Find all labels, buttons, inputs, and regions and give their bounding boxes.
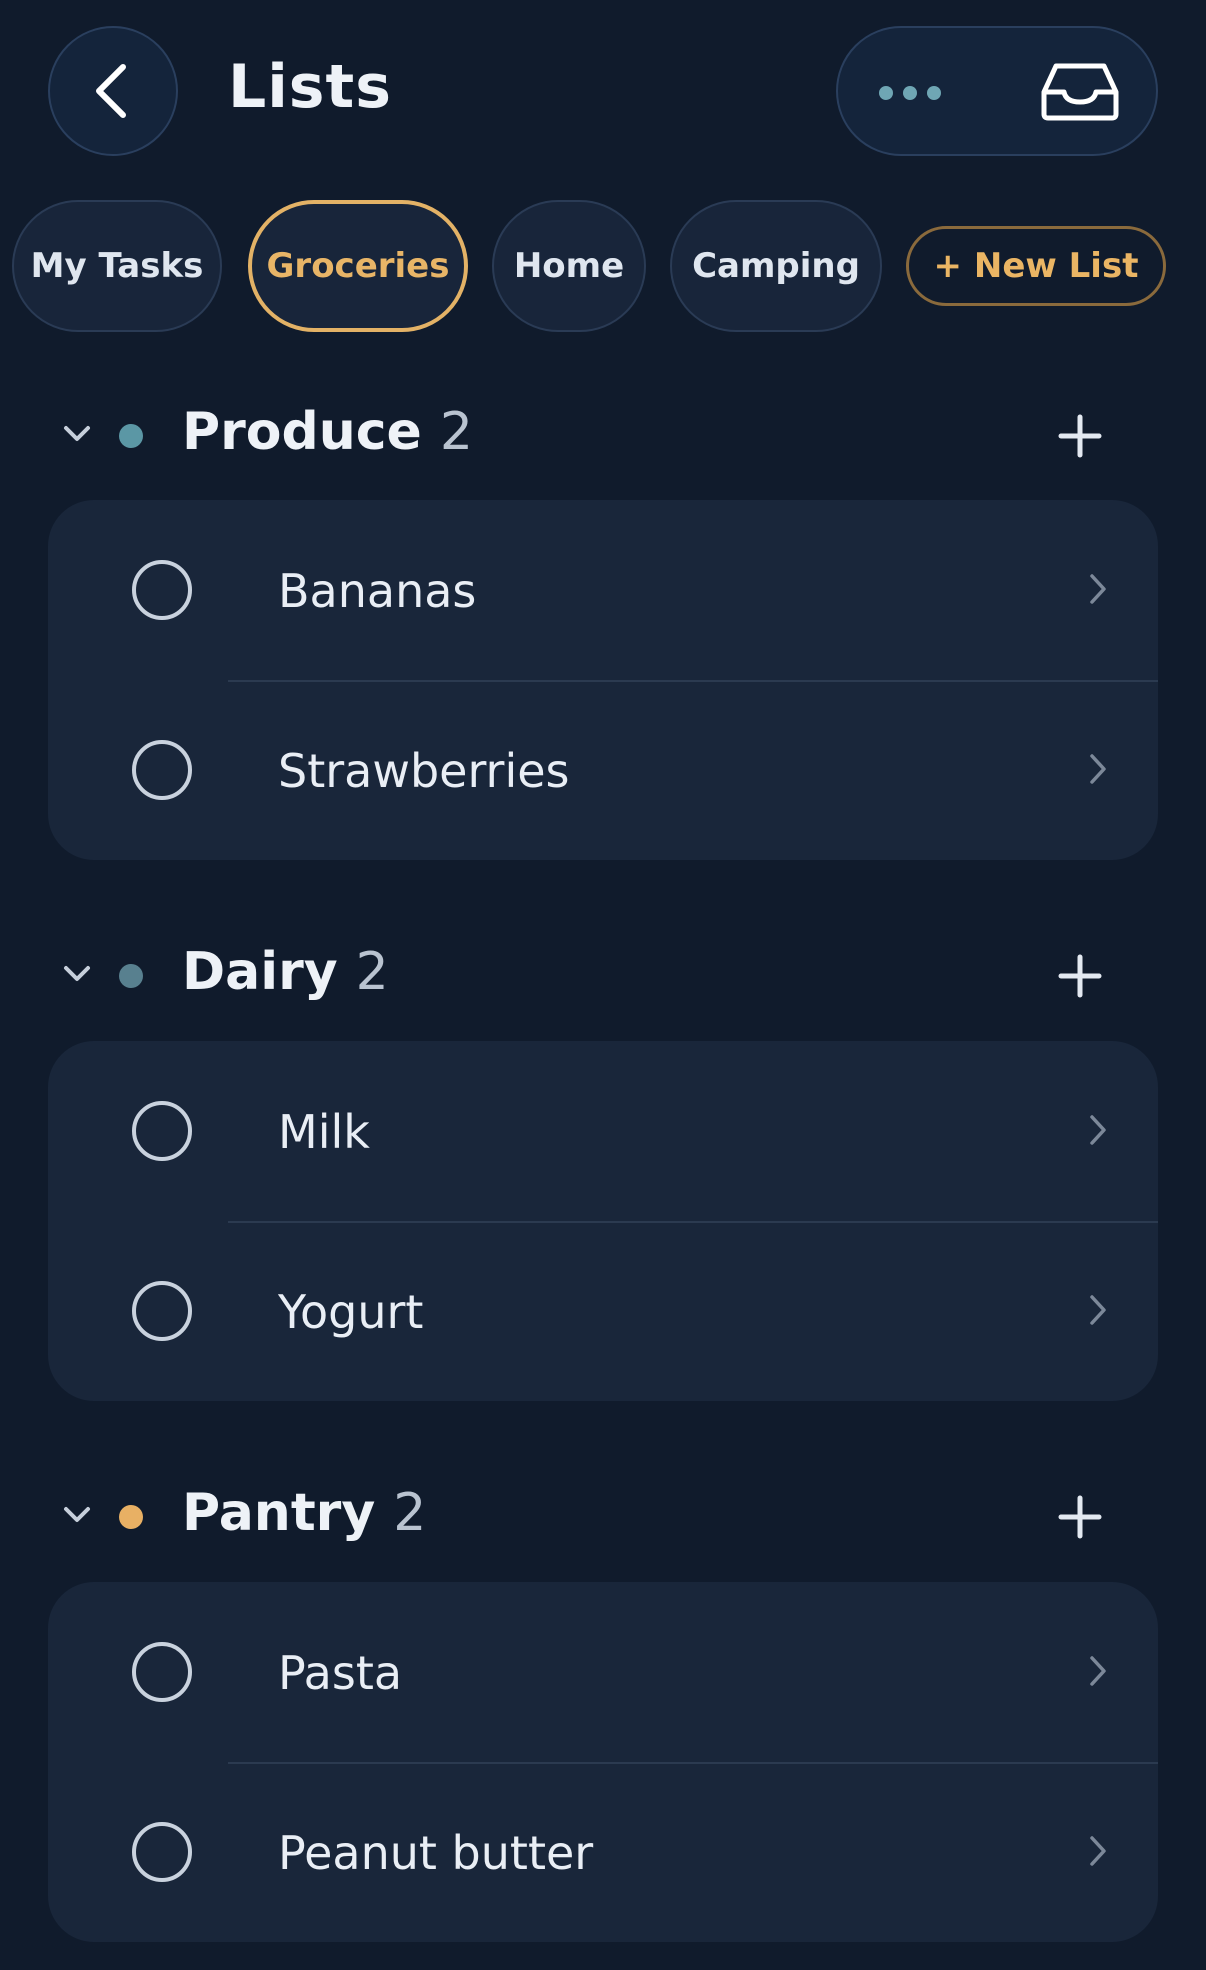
plus-icon [1058,414,1102,458]
item-label: Pasta [278,1646,403,1700]
list-item[interactable]: Strawberries [48,680,1158,860]
tab-camping[interactable]: Camping [670,200,882,332]
inbox-button[interactable] [1040,62,1120,126]
chevron-down-icon [64,966,90,981]
item-label: Milk [278,1105,370,1159]
plus-icon [1058,1495,1102,1539]
section-color-dot [119,964,143,988]
section-color-dot [119,424,143,448]
tab-home[interactable]: Home [492,200,646,332]
item-label: Strawberries [278,744,570,798]
section-title: Produce 2 [182,402,473,462]
more-dots-icon [879,86,941,100]
list-item[interactable]: Peanut butter [48,1762,1158,1942]
chevron-down-icon [64,1507,90,1522]
item-label: Yogurt [278,1285,424,1339]
section-card-produce: Bananas Strawberries [48,500,1158,860]
chevron-left-icon [96,64,126,118]
page-title: Lists [228,52,392,122]
chevron-right-icon [1088,1834,1108,1872]
list-item[interactable]: Milk [48,1041,1158,1223]
chevron-right-icon [1088,1293,1108,1331]
header-actions [836,26,1158,156]
item-checkbox[interactable] [132,1642,192,1702]
section-header-produce: Produce 2 [0,396,1206,476]
section-title: Dairy 2 [182,942,389,1002]
lists-screen: Lists My Tasks Groceries Home Camping + … [0,0,1206,1970]
collapse-button[interactable] [62,418,92,452]
chevron-right-icon [1088,572,1108,610]
tab-groceries[interactable]: Groceries [248,200,468,332]
chevron-down-icon [64,426,90,441]
list-item[interactable]: Bananas [48,500,1158,682]
add-item-button[interactable] [1058,414,1102,462]
section-count: 2 [439,402,473,462]
item-checkbox[interactable] [132,1281,192,1341]
list-tabs: My Tasks Groceries Home Camping + New Li… [0,200,1206,332]
chevron-right-icon [1088,752,1108,790]
add-item-button[interactable] [1058,1495,1102,1543]
back-button[interactable] [48,26,178,156]
section-title: Pantry 2 [182,1483,427,1543]
inbox-icon [1041,63,1119,121]
section-header-dairy: Dairy 2 [0,936,1206,1016]
plus-icon [1058,954,1102,998]
more-button[interactable] [876,78,944,112]
list-item[interactable]: Yogurt [48,1221,1158,1401]
section-count: 2 [393,1483,427,1543]
section-card-dairy: Milk Yogurt [48,1041,1158,1401]
chevron-right-icon [1088,1654,1108,1692]
collapse-button[interactable] [62,958,92,992]
chevron-right-icon [1088,1113,1108,1151]
section-color-dot [119,1505,143,1529]
section-header-pantry: Pantry 2 [0,1477,1206,1557]
item-checkbox[interactable] [132,1822,192,1882]
section-card-pantry: Pasta Peanut butter [48,1582,1158,1942]
item-label: Peanut butter [278,1826,594,1880]
tab-my-tasks[interactable]: My Tasks [12,200,222,332]
item-checkbox[interactable] [132,1101,192,1161]
item-checkbox[interactable] [132,560,192,620]
list-item[interactable]: Pasta [48,1582,1158,1764]
item-label: Bananas [278,564,477,618]
collapse-button[interactable] [62,1499,92,1533]
add-item-button[interactable] [1058,954,1102,1002]
item-checkbox[interactable] [132,740,192,800]
section-count: 2 [355,942,389,1002]
new-list-button[interactable]: + New List [906,226,1166,306]
